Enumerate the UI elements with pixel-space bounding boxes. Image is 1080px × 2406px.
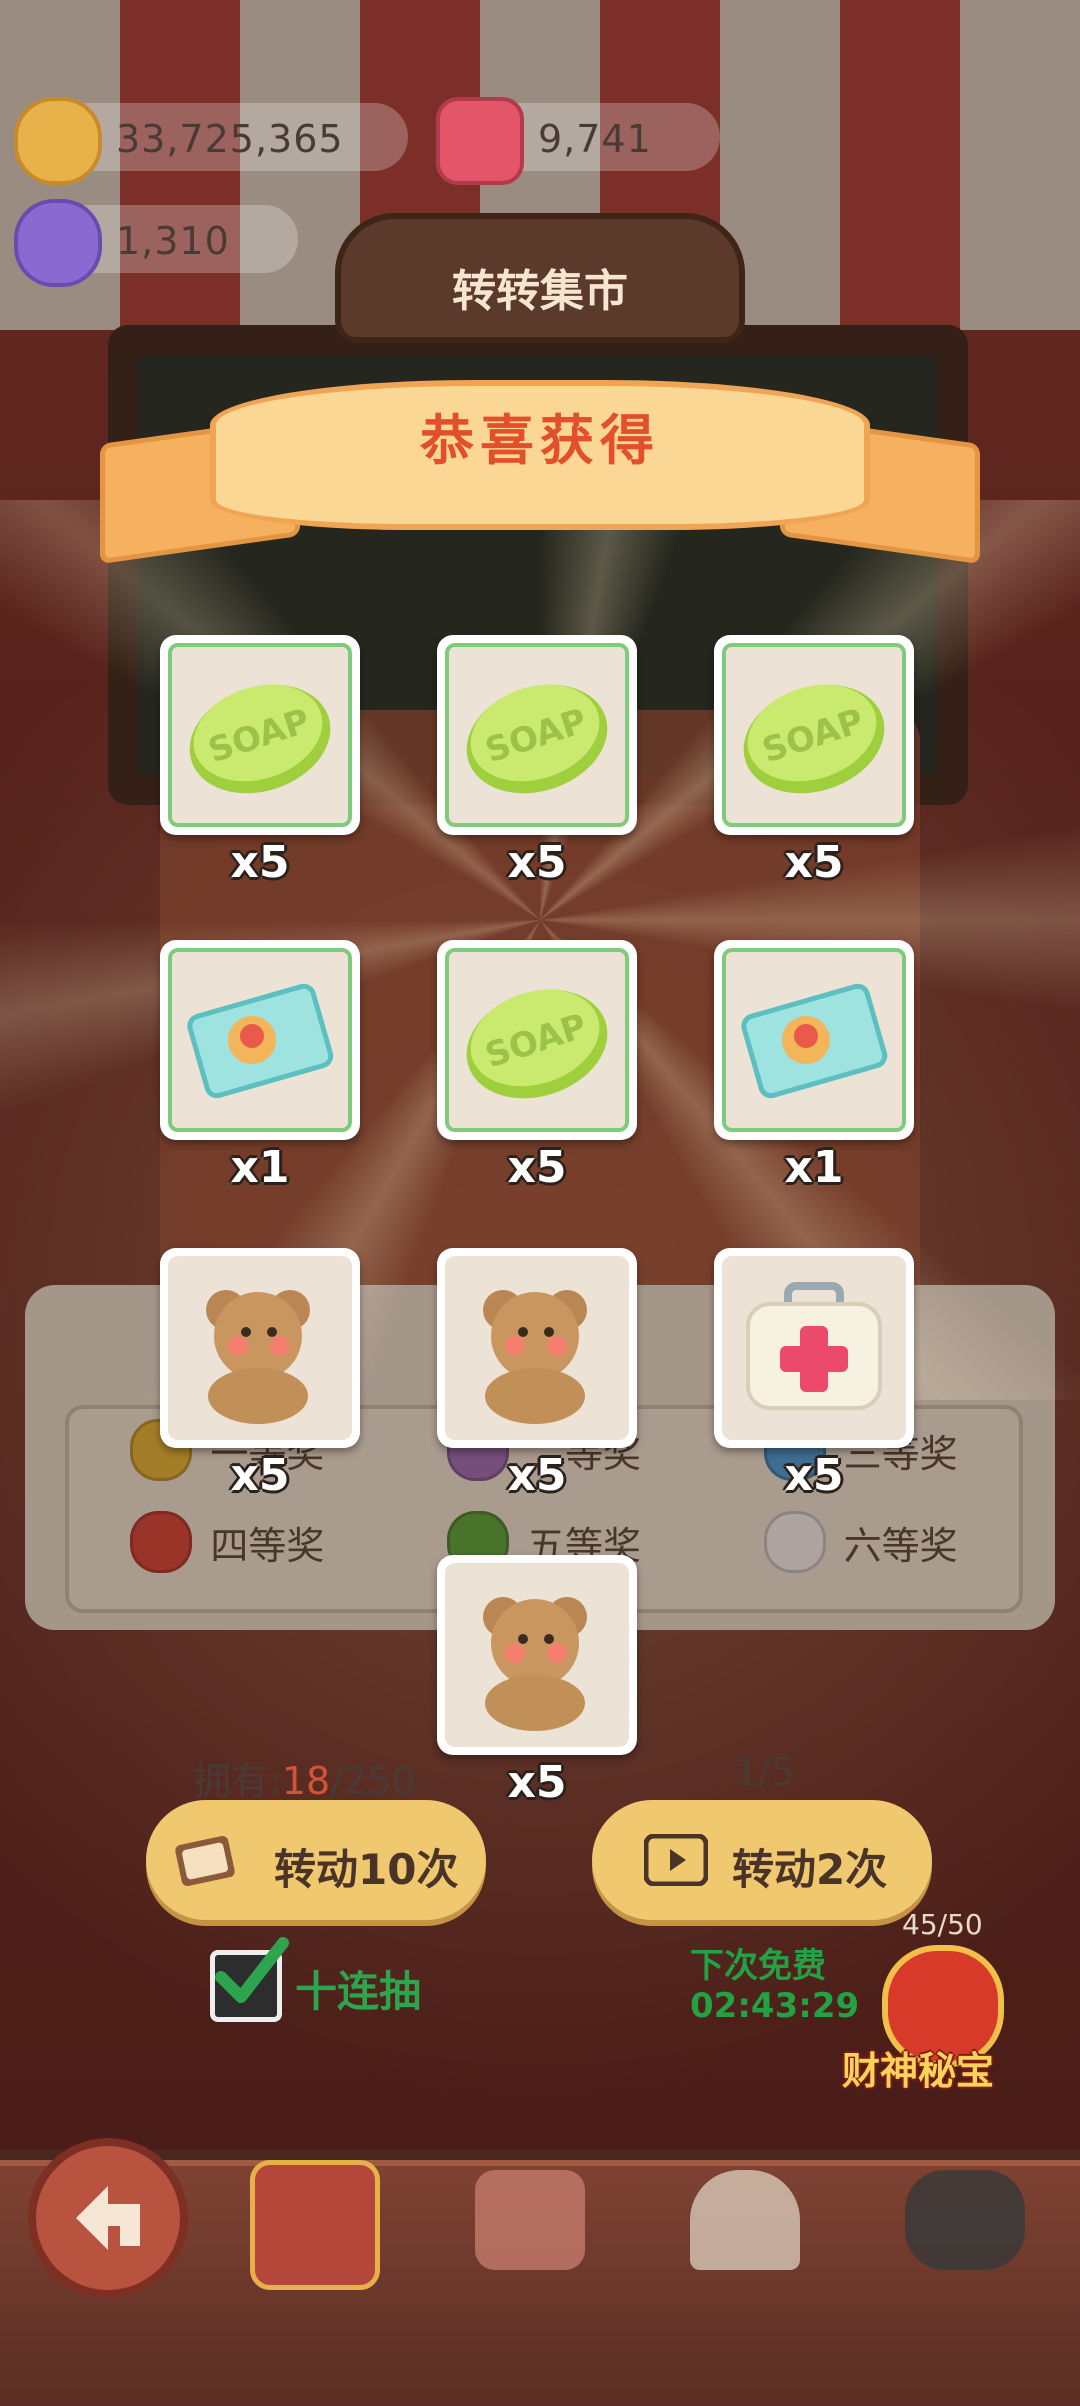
- nav-dresser-button[interactable]: [460, 2140, 600, 2290]
- nav-shrine-button[interactable]: [240, 2140, 380, 2290]
- ticket-icon: [734, 960, 894, 1120]
- reward-card: SOAP: [714, 635, 914, 835]
- nav-cat-button[interactable]: [890, 2140, 1040, 2290]
- reward-quantity: x5: [784, 1450, 844, 1501]
- god-event-label: 财神秘宝: [842, 2049, 995, 2093]
- reward-card: [160, 1248, 360, 1448]
- reward-quantity: x5: [507, 1142, 567, 1193]
- back-arrow-icon: [76, 2186, 140, 2250]
- reward-item: SOAP x5: [160, 635, 360, 888]
- reward-card: [437, 1555, 637, 1755]
- shrine-icon: [250, 2160, 380, 2290]
- teddy-bear-icon: [457, 1268, 617, 1428]
- dresser-icon: [475, 2170, 585, 2270]
- spin-2-button[interactable]: 转动2次: [592, 1800, 932, 1920]
- coin-counter: 33,725,365: [14, 97, 408, 185]
- ticket-icon: [175, 1835, 235, 1887]
- house-icon: [690, 2170, 800, 2270]
- reward-card: SOAP: [160, 635, 360, 835]
- reward-item: SOAP x5: [437, 940, 637, 1193]
- strawberry-gem-icon: [436, 97, 524, 185]
- video-ad-icon: [644, 1834, 708, 1886]
- reward-quantity: x5: [507, 1757, 567, 1808]
- banner-title: 恭喜获得: [420, 409, 660, 472]
- soap-icon: SOAP: [180, 655, 340, 815]
- reward-item: x5: [714, 1248, 914, 1501]
- reward-item: x5: [160, 1248, 360, 1501]
- gem-amount: 9,741: [538, 117, 652, 161]
- candy-counter: 1,310: [14, 199, 298, 287]
- reward-card: [714, 940, 914, 1140]
- back-button[interactable]: [28, 2138, 188, 2298]
- congrats-banner: 恭喜获得: [100, 360, 980, 565]
- reward-item: x5: [437, 1555, 637, 1808]
- cat-icon: [905, 2170, 1025, 2270]
- free-spin-count: 1/5: [734, 1750, 796, 1794]
- reward-item: x1: [714, 940, 914, 1193]
- spin-10-button[interactable]: 转动10次: [146, 1800, 486, 1920]
- owned-count: 拥有:18/250: [193, 1759, 416, 1803]
- nav-house-button[interactable]: [675, 2140, 815, 2290]
- next-free-timer: 02:43:29: [690, 1986, 860, 2026]
- candy-amount: 1,310: [116, 219, 230, 263]
- soap-icon: SOAP: [457, 960, 617, 1120]
- ten-draw-label: 十连抽: [295, 1967, 422, 2016]
- market-title-plate: 转转集市: [335, 213, 745, 343]
- market-title: 转转集市: [452, 266, 628, 317]
- next-free-label: 下次免费: [690, 1946, 826, 1986]
- reward-card: [160, 940, 360, 1140]
- reward-item: SOAP x5: [437, 635, 637, 888]
- check-icon: [215, 1937, 289, 2003]
- god-event-progress: 45/50: [902, 1908, 983, 1941]
- reward-quantity: x5: [507, 1450, 567, 1501]
- reward-item: x1: [160, 940, 360, 1193]
- coin-amount: 33,725,365: [116, 117, 344, 161]
- teddy-bear-icon: [180, 1268, 340, 1428]
- reward-card: [714, 1248, 914, 1448]
- reward-quantity: x5: [784, 837, 844, 888]
- ten-draw-checkbox[interactable]: [210, 1937, 289, 2022]
- reward-quantity: x5: [230, 837, 290, 888]
- reward-quantity: x1: [230, 1142, 290, 1193]
- reward-card: [437, 1248, 637, 1448]
- reward-quantity: x1: [784, 1142, 844, 1193]
- ticket-icon: [180, 960, 340, 1120]
- reward-item: x5: [437, 1248, 637, 1501]
- first-aid-kit-icon: [734, 1268, 894, 1428]
- reward-quantity: x5: [230, 1450, 290, 1501]
- teddy-bear-icon: [457, 1575, 617, 1735]
- candy-icon: [14, 199, 102, 287]
- reward-card: SOAP: [437, 940, 637, 1140]
- soap-icon: SOAP: [734, 655, 894, 815]
- reward-card: SOAP: [437, 635, 637, 835]
- cookie-coin-icon: [14, 97, 102, 185]
- reward-item: SOAP x5: [714, 635, 914, 888]
- gem-counter: 9,741: [436, 97, 720, 185]
- soap-icon: SOAP: [457, 655, 617, 815]
- reward-quantity: x5: [507, 837, 567, 888]
